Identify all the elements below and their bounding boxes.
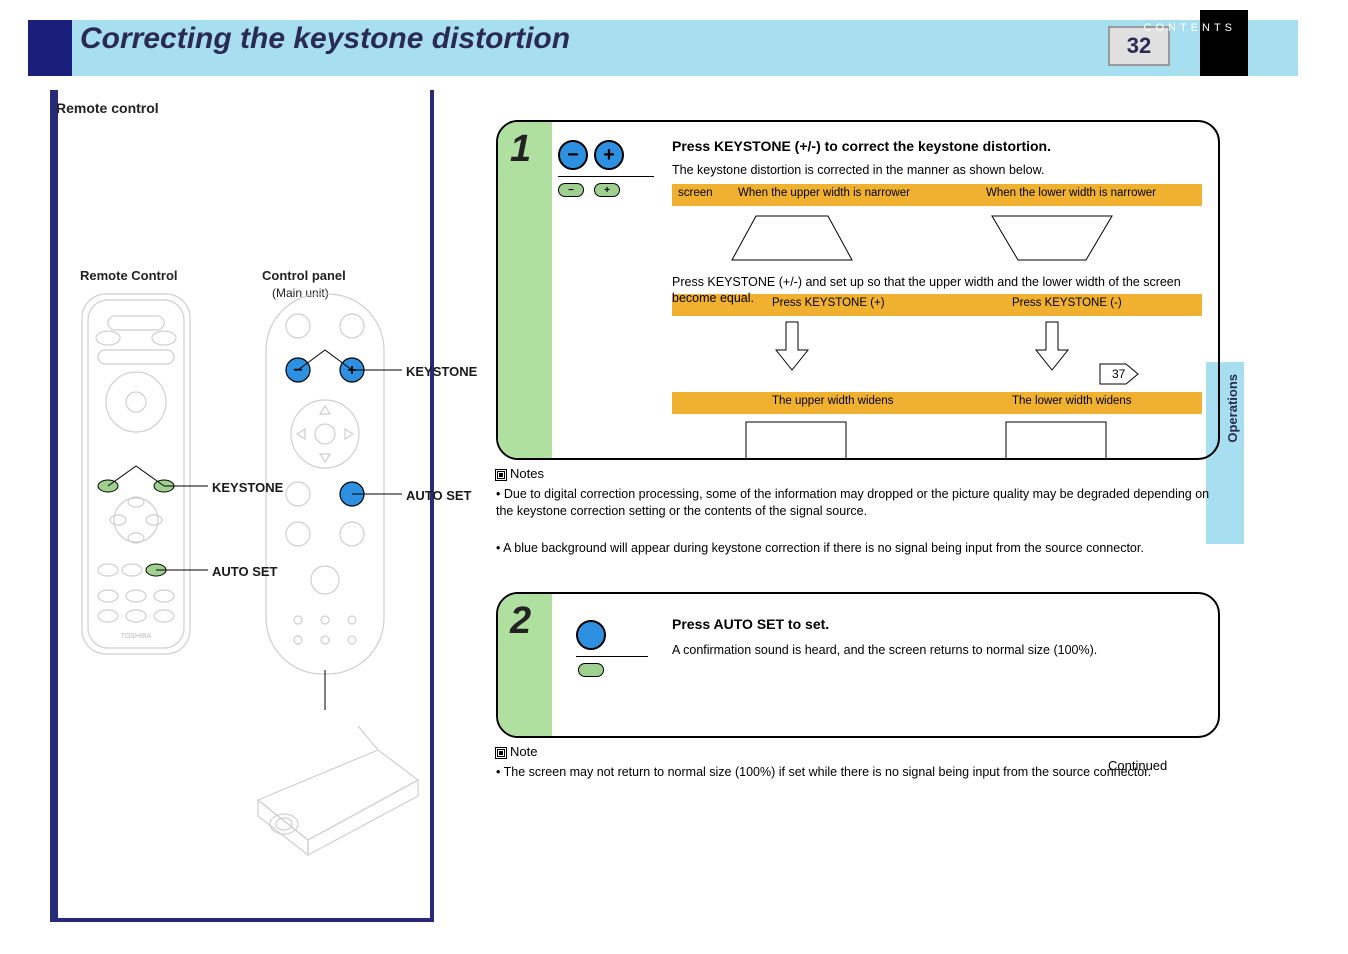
contents-tab-label[interactable]: CONTENTS bbox=[1144, 22, 1237, 34]
keystone-plus-small-icon: + bbox=[594, 183, 620, 197]
bar1-b: When the lower width is narrower bbox=[986, 186, 1156, 201]
trapezoids-after bbox=[672, 418, 1202, 460]
notes-1-header-text: Notes bbox=[510, 466, 544, 481]
svg-text:+: + bbox=[347, 362, 356, 379]
step-2-box: 2 Press AUTO SET to set. A confirmation … bbox=[496, 592, 1220, 738]
page-title: Correcting the keystone distortion bbox=[80, 22, 570, 56]
step-1-line2: The keystone distortion is corrected in … bbox=[672, 162, 1192, 178]
projector-illustration bbox=[238, 720, 428, 860]
section-tab-label: Operations bbox=[1225, 374, 1240, 443]
remote-control-heading: Remote control bbox=[56, 100, 159, 116]
notes-1-header: Notes bbox=[496, 466, 544, 481]
square-bullet-icon-2 bbox=[496, 748, 506, 758]
page-37-link[interactable]: 37 bbox=[1098, 360, 1142, 388]
step-2-desc: A confirmation sound is heard, and the s… bbox=[672, 642, 1192, 658]
bar3-a: The upper width widens bbox=[772, 394, 893, 409]
trapezoids-before bbox=[672, 210, 1202, 270]
continued-label: Continued bbox=[1108, 758, 1167, 773]
contents-tab-bg[interactable] bbox=[1200, 10, 1248, 76]
keystone-minus-small-icon: − bbox=[558, 183, 584, 197]
svg-text:TOSHIBA: TOSHIBA bbox=[121, 633, 152, 640]
step-2-number: 2 bbox=[510, 600, 531, 643]
remote-control-illustration: TOSHIBA bbox=[78, 290, 194, 670]
note-2-header-text: Note bbox=[510, 744, 537, 759]
bar3-b: The lower width widens bbox=[1012, 394, 1132, 409]
page-37-text: 37 bbox=[1112, 367, 1126, 381]
keystone-label-remote: KEYSTONE bbox=[212, 480, 283, 495]
step-1-title: Press KEYSTONE (+/-) to correct the keys… bbox=[672, 138, 1051, 154]
bar-screen-label: screen bbox=[678, 186, 713, 201]
autoset-big-icon bbox=[576, 620, 606, 650]
autoset-small-icon bbox=[578, 663, 604, 677]
icon-divider-2 bbox=[576, 656, 648, 657]
notes-1-line-1: • Due to digital correction processing, … bbox=[496, 486, 1216, 520]
square-bullet-icon bbox=[496, 470, 506, 480]
bar1-a: When the upper width is narrower bbox=[738, 186, 910, 201]
keystone-minus-icon: − bbox=[558, 140, 588, 170]
step-1-content: − + − + Press KEYSTONE (+/-) to correct … bbox=[558, 136, 1202, 444]
keystone-label-panel: KEYSTONE bbox=[406, 364, 477, 379]
keystone-plus-icon: + bbox=[594, 140, 624, 170]
step-1-sidebar bbox=[498, 122, 552, 458]
step-2-title: Press AUTO SET to set. bbox=[672, 616, 829, 632]
control-panel-heading: Control panel bbox=[262, 268, 346, 283]
step-1-box: 1 − + − + Press KEYSTONE (+/-) to correc… bbox=[496, 120, 1220, 460]
step-1-instr: Press KEYSTONE (+/-) and set up so that … bbox=[672, 274, 1202, 307]
icon-divider bbox=[558, 176, 654, 177]
remote-control-subheading: Remote Control bbox=[80, 268, 178, 283]
minus-glyph: − bbox=[567, 144, 579, 167]
note-2-header: Note bbox=[496, 744, 537, 759]
step-2-content: Press AUTO SET to set. A confirmation so… bbox=[558, 608, 1202, 722]
step-1-number: 1 bbox=[510, 128, 531, 171]
plus-glyph: + bbox=[603, 144, 615, 167]
control-panel-illustration: − + bbox=[262, 290, 388, 710]
autoset-label-remote: AUTO SET bbox=[212, 564, 278, 579]
svg-text:−: − bbox=[293, 362, 302, 379]
notes-1-line-2: • A blue background will appear during k… bbox=[496, 540, 1216, 557]
header-stripe bbox=[28, 20, 72, 76]
autoset-label-panel: AUTO SET bbox=[406, 488, 472, 503]
